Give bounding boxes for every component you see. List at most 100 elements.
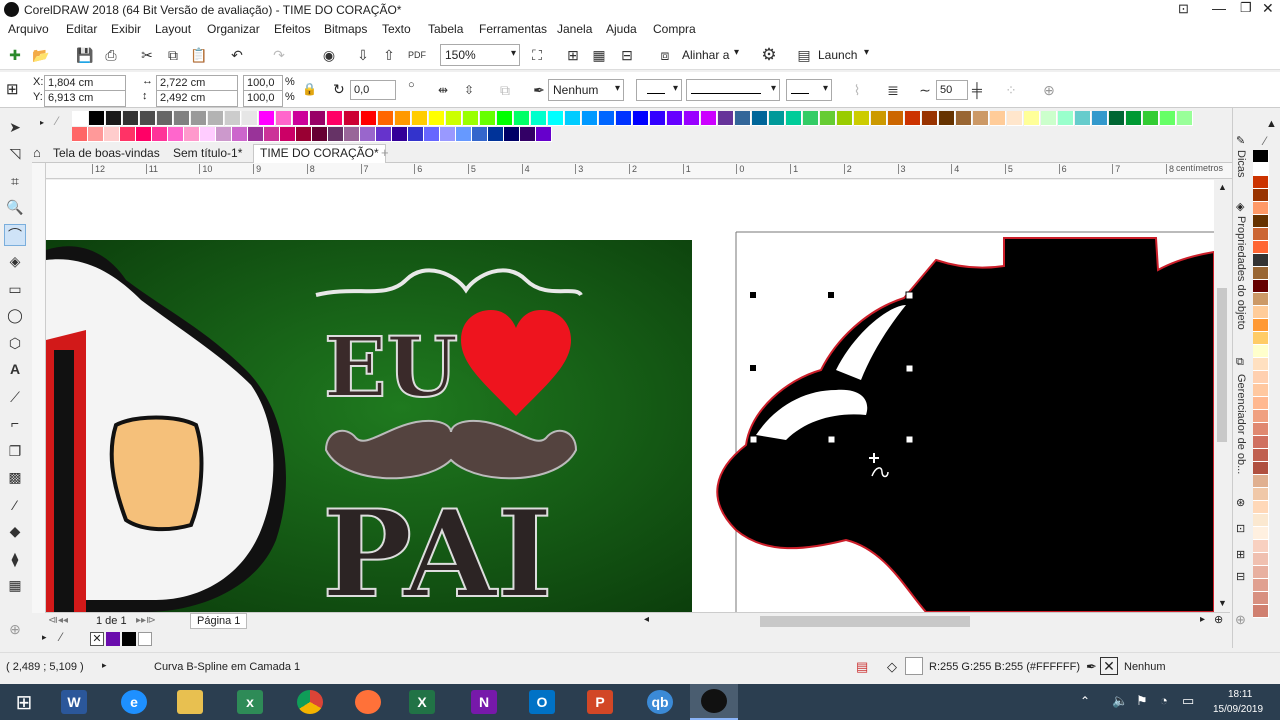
color-eyedropper-tool-icon[interactable]: ⁄ [4,494,26,516]
color-swatch[interactable] [392,127,408,142]
menu-organizar[interactable]: Organizar [207,22,260,36]
launch-button[interactable]: Launch [818,48,857,62]
color-swatch[interactable] [440,127,456,142]
menu-compra[interactable]: Compra [653,22,696,36]
docker-tool-icon[interactable]: ⊡ [1236,522,1245,535]
color-swatch[interactable] [1007,111,1023,126]
mesh-fill-tool-icon[interactable]: ▦ [4,574,26,596]
help-icon[interactable]: ⊡ [1178,1,1189,17]
color-swatch[interactable] [531,111,547,126]
menu-exibir[interactable]: Exibir [111,22,141,36]
chevron-down-icon[interactable]: ▾ [864,47,869,58]
polygon-tool-icon[interactable]: ⬡ [4,332,26,354]
color-swatch[interactable] [232,127,248,142]
line-style-select[interactable] [686,79,780,101]
color-swatch[interactable] [718,111,734,126]
outline-width-select[interactable]: Nenhum [548,79,624,101]
gear-icon[interactable]: ⚙ [758,44,780,66]
page-first-icon[interactable]: ⧏◂◂ [48,615,68,626]
color-swatch[interactable] [1126,111,1142,126]
menu-arquivo[interactable]: Arquivo [8,22,49,36]
color-swatch[interactable] [1253,293,1269,306]
color-swatch[interactable] [956,111,972,126]
palette-eyedropper-icon[interactable]: ⁄ [1264,134,1266,148]
tray-expand-icon[interactable]: ⌃ [1080,694,1090,708]
color-swatch[interactable] [225,111,241,126]
color-swatch[interactable] [1253,566,1269,579]
palette-arrow-icon[interactable]: ▲ [1266,118,1277,130]
color-swatch[interactable] [922,111,938,126]
color-proof-icon[interactable]: ▤ [856,659,868,675]
pick-tool-icon[interactable]: ➤ [4,116,26,138]
text-wrap-icon[interactable]: ≣ [882,79,904,101]
guidelines-icon[interactable]: ⊟ [616,44,638,66]
docpal-arrow-icon[interactable]: ▸ [42,632,47,643]
color-swatch[interactable] [293,111,309,126]
color-swatch[interactable] [361,111,377,126]
wifi-icon[interactable]: ◔ [1160,693,1168,708]
export-icon[interactable]: ⇧ [378,44,400,66]
print-icon[interactable]: ⎙ [100,44,122,66]
tab-time-do-coracao[interactable]: TIME DO CORAÇÃO* [253,144,386,163]
color-swatch[interactable] [1253,371,1269,384]
color-swatch[interactable] [259,111,275,126]
rotation-input[interactable]: 0,0 [350,80,396,100]
zoom-tool-icon[interactable]: 🔍 [4,196,26,218]
color-swatch[interactable] [1253,189,1269,202]
selection-handle[interactable] [905,291,914,300]
selection-handle[interactable] [827,435,836,444]
docker-tab-object-manager[interactable]: Gerenciador de ob... [1235,374,1247,474]
mirror-horizontal-icon[interactable]: ⇹ [432,79,454,101]
color-swatch[interactable] [1253,384,1269,397]
scroll-down-icon[interactable]: ▼ [1218,598,1227,608]
docker-tool-icon[interactable]: ⊟ [1236,570,1245,583]
page-next-icon[interactable]: ▸▸⧐ [136,615,156,626]
color-swatch[interactable] [1253,501,1269,514]
color-swatch[interactable] [565,111,581,126]
horizontal-ruler[interactable]: 12 11 10 9 8 7 6 5 4 3 2 1 0 1 2 3 4 5 6 7 8 [46,163,1232,179]
copy-icon[interactable]: ⧉ [162,44,184,66]
color-swatch[interactable] [1253,241,1269,254]
zoom-select[interactable]: 150% [440,44,520,66]
close-curve-icon[interactable]: ⌇ [846,79,868,101]
swatch-purple[interactable] [106,632,120,646]
color-swatch[interactable] [1253,215,1269,228]
color-swatch[interactable] [395,111,411,126]
color-swatch[interactable] [990,111,1006,126]
menu-ferramentas[interactable]: Ferramentas [479,22,547,36]
taskbar-store[interactable]: x [226,684,274,720]
network-icon[interactable]: ⚑ [1136,693,1148,709]
swatch-white[interactable] [138,632,152,646]
drawing-canvas[interactable]: EU PAI × [46,180,1214,612]
color-swatch[interactable] [599,111,615,126]
close-button[interactable]: ✕ [1262,0,1274,17]
color-swatch[interactable] [504,127,520,142]
color-swatch[interactable] [200,127,216,142]
color-swatch[interactable] [480,111,496,126]
color-swatch[interactable] [1253,163,1269,176]
smoothing-input[interactable]: 50 [936,80,968,100]
color-swatch[interactable] [1253,280,1269,293]
color-swatch[interactable] [376,127,392,142]
color-swatch[interactable] [310,111,326,126]
color-swatch[interactable] [1109,111,1125,126]
color-swatch[interactable] [104,127,120,142]
align-dropdown[interactable]: Alinhar a [682,48,729,62]
smoothing-slider[interactable]: ╪ [966,79,988,101]
maximize-button[interactable]: ❐ [1240,0,1252,16]
color-swatch[interactable] [1253,579,1269,592]
color-swatch[interactable] [72,127,88,142]
taskbar-outlook[interactable]: O [518,684,566,720]
launch-icon[interactable]: ▤ [793,44,815,66]
zoom-to-page-icon[interactable]: ⊕ [1214,613,1223,626]
selection-handle[interactable] [905,364,914,373]
color-swatch[interactable] [360,127,376,142]
taskbar-onenote[interactable]: N [460,684,508,720]
selection-handle[interactable] [750,365,756,371]
text-tool-icon[interactable]: A [4,358,26,380]
color-swatch[interactable] [1253,475,1269,488]
color-swatch[interactable] [1253,436,1269,449]
status-arrow-icon[interactable]: ▸ [102,660,107,671]
color-swatch[interactable] [1253,176,1269,189]
menu-janela[interactable]: Janela [557,22,592,36]
